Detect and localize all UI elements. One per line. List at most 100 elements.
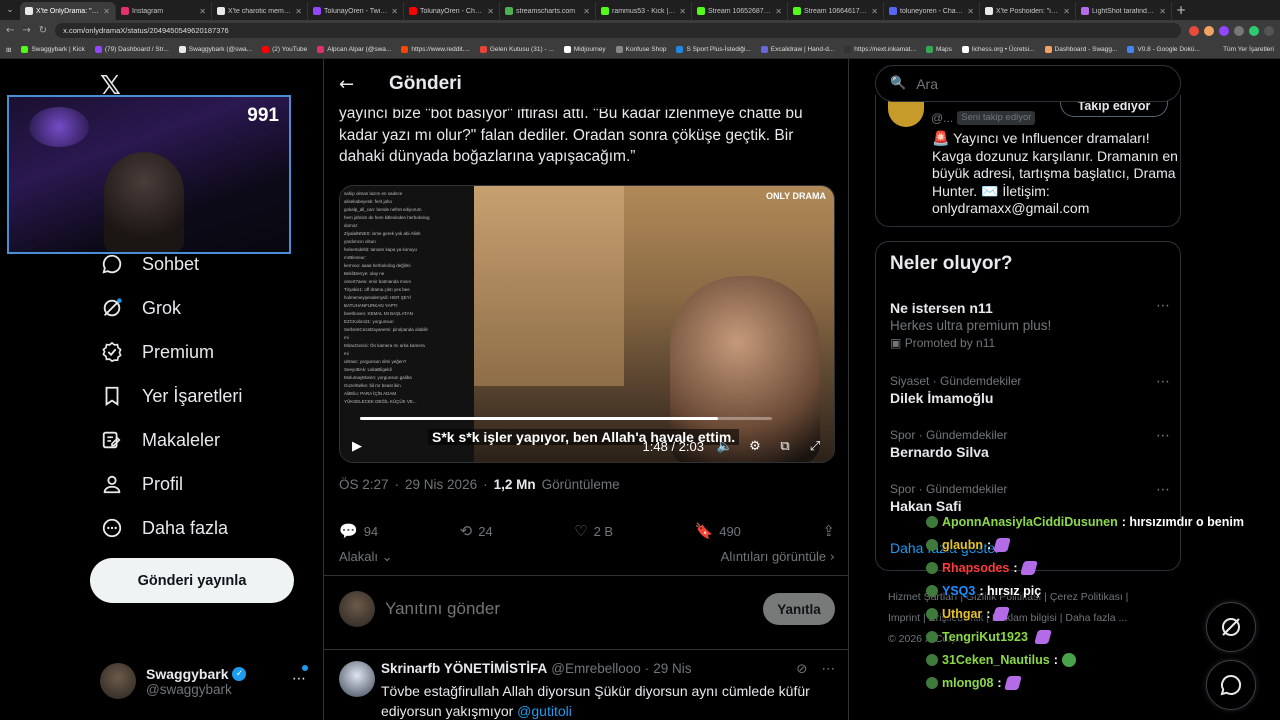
close-tab-icon[interactable]: ✕ <box>871 7 878 16</box>
reply-button[interactable]: Yanıtla <box>763 593 835 625</box>
mention-link[interactable]: @gutitoli <box>517 703 572 719</box>
video-progress-bar[interactable] <box>360 417 772 420</box>
close-tab-icon[interactable]: ✕ <box>967 7 974 16</box>
bookmark-item[interactable]: https://next.inkamat... <box>844 46 916 53</box>
extension-icon[interactable] <box>1189 25 1199 36</box>
bookmark-item[interactable]: Swaggybark | Kick <box>21 46 85 53</box>
post-button[interactable]: Gönderi yayınla <box>90 558 294 603</box>
more-options-icon[interactable]: ⋯ <box>1156 298 1170 314</box>
trend-item[interactable]: Ne istersen n11 Herkes ultra premium plu… <box>890 298 1170 350</box>
tab-search-icon[interactable]: ⌄ <box>0 0 20 20</box>
extension-icon[interactable] <box>1219 25 1229 36</box>
repost-action[interactable]: ⟲ 24 <box>460 522 493 540</box>
browser-tab[interactable]: TolunayOren - Channel✕ <box>404 2 500 20</box>
menu-icon[interactable] <box>1264 25 1274 36</box>
close-tab-icon[interactable]: ✕ <box>1159 7 1166 16</box>
search-field[interactable]: 🔍 Ara <box>875 65 1181 102</box>
apps-icon[interactable]: ⊞ <box>6 46 11 54</box>
nav-item-profile[interactable]: Profil <box>100 472 183 496</box>
reply-author-name[interactable]: Skrinarfb YÖNETİMİSTİFA <box>381 661 547 677</box>
browser-tab[interactable]: X'te charotic memesi "P...✕ <box>212 2 308 20</box>
reply-time[interactable]: 29 Nis <box>653 661 691 677</box>
browser-tab[interactable]: LightShot tarafindan li...✕ <box>1076 2 1172 20</box>
forward-nav-icon[interactable]: → <box>22 25 30 36</box>
browser-tab[interactable]: X'te Poshoiden: "izmir...✕ <box>980 2 1076 20</box>
nav-item-bookmarks[interactable]: Yer İşaretleri <box>100 384 242 408</box>
all-bookmarks[interactable]: Tüm Yer İşaretleri <box>1223 46 1274 53</box>
close-tab-icon[interactable]: ✕ <box>103 7 110 16</box>
browser-tab[interactable]: toluneyoren - Channel ✕ <box>884 2 980 20</box>
browser-tab[interactable]: Stream 106526878 - ul...✕ <box>692 2 788 20</box>
messages-fab-button[interactable] <box>1206 660 1256 710</box>
back-arrow-icon[interactable]: ← <box>339 74 359 95</box>
bookmark-item[interactable]: Excalidraw | Hand-d... <box>760 46 834 53</box>
close-tab-icon[interactable]: ✕ <box>1063 7 1070 16</box>
like-action[interactable]: ♡ 2 B <box>574 522 613 540</box>
nav-item-grok[interactable]: Grok <box>100 296 181 320</box>
reply-action[interactable]: 💬 94 <box>339 522 378 540</box>
close-tab-icon[interactable]: ✕ <box>295 7 302 16</box>
volume-icon[interactable]: 🔈 <box>716 439 734 454</box>
extension-icon[interactable] <box>1234 25 1244 36</box>
browser-tab[interactable]: X'te OnlyDrama: "Tolu...✕ <box>20 2 116 20</box>
browser-tab[interactable]: rammus53 - Kick | Stre...✕ <box>596 2 692 20</box>
sort-dropdown[interactable]: Alakalı ⌄ <box>339 549 393 565</box>
view-quotes-link[interactable]: Alıntıları görüntüle › <box>721 549 835 565</box>
browser-tab[interactable]: Instagram ✕ <box>116 2 212 20</box>
nav-item-premium[interactable]: Premium <box>100 340 214 364</box>
bookmark-item[interactable]: Alpcan Alpar (@swa... <box>317 46 391 53</box>
extension-icon[interactable] <box>1204 25 1214 36</box>
bookmark-item[interactable]: Konfuse Shop <box>615 46 666 53</box>
trend-item[interactable]: Spor · Gündemdekiler Bernardo Silva ⋯ <box>890 428 1170 460</box>
bookmark-action[interactable]: 🔖 490 <box>695 522 741 540</box>
account-switcher[interactable]: Swaggybark ✓ @swaggybark ⋯ <box>100 661 310 701</box>
close-tab-icon[interactable]: ✕ <box>199 7 206 16</box>
more-options-icon[interactable]: ⋯ <box>822 661 836 677</box>
browser-tab[interactable]: streamscharts.com ✕ <box>500 2 596 20</box>
reply-input[interactable] <box>385 599 753 619</box>
new-tab-button[interactable]: + <box>1172 3 1190 17</box>
bookmark-item[interactable]: V0.8 - Google Dokü... <box>1127 46 1200 53</box>
bookmark-item[interactable]: Swaggybark (@swa... <box>178 46 252 53</box>
bookmark-item[interactable]: lichess.org • Ücretsi... <box>961 46 1035 53</box>
trend-item[interactable]: Spor · Gündemdekiler Hakan Safi ⋯ <box>890 482 1170 514</box>
bookmark-item[interactable]: Dashboard - Swagg... <box>1044 46 1117 53</box>
close-tab-icon[interactable]: ✕ <box>679 7 686 16</box>
share-action[interactable]: ⇪ <box>822 522 835 540</box>
profile-icon[interactable] <box>1249 25 1259 36</box>
more-options-icon[interactable]: ⋯ <box>1156 428 1170 444</box>
bookmark-item[interactable]: Gelen Kutusu (31) - ... <box>479 46 554 53</box>
pip-icon[interactable]: ⧉ <box>776 439 794 454</box>
trend-item[interactable]: Siyaset · Gündemdekiler Dilek İmamoğlu ⋯ <box>890 374 1170 406</box>
tweet-time[interactable]: ÖS 2:27 <box>339 477 389 492</box>
close-tab-icon[interactable]: ✕ <box>487 7 494 16</box>
bookmark-item[interactable]: Maps <box>926 46 952 53</box>
close-tab-icon[interactable]: ✕ <box>583 7 590 16</box>
bookmark-item[interactable]: (79) Dashboard / Str... <box>94 46 169 53</box>
settings-icon[interactable]: ⚙ <box>746 439 764 454</box>
url-field[interactable]: x.com/onlydramaX/status/2049450549620187… <box>55 23 1181 38</box>
more-options-icon[interactable]: ⋯ <box>292 671 306 687</box>
grok-icon[interactable]: ⊘ <box>796 661 807 677</box>
reply-author-handle[interactable]: @Emrebellooo <box>551 661 641 677</box>
fullscreen-icon[interactable]: ⤢ <box>806 439 824 454</box>
back-nav-icon[interactable]: ← <box>6 25 14 36</box>
browser-tab[interactable]: Stream 106646173 - bi...✕ <box>788 2 884 20</box>
nav-item-more[interactable]: Daha fazla <box>100 516 228 540</box>
bookmark-item[interactable]: S Sport Plus-İstediği... <box>676 46 751 53</box>
browser-tab[interactable]: TolunayOren - Twitch ✕ <box>308 2 404 20</box>
more-options-icon[interactable]: ⋯ <box>1156 482 1170 498</box>
play-icon[interactable]: ▶ <box>352 439 362 454</box>
close-tab-icon[interactable]: ✕ <box>391 7 398 16</box>
grok-fab-button[interactable] <box>1206 602 1256 652</box>
video-player[interactable]: sahip olman lazım en sadece alisekabeyesk… <box>339 185 835 463</box>
bookmark-item[interactable]: (2) YouTube <box>262 46 307 53</box>
bookmark-item[interactable]: Midjourney <box>563 46 606 53</box>
nav-item-articles[interactable]: Makaleler <box>100 428 220 452</box>
more-options-icon[interactable]: ⋯ <box>1156 374 1170 390</box>
avatar[interactable] <box>339 661 375 697</box>
reload-icon[interactable]: ↻ <box>39 25 47 36</box>
nav-item-chat[interactable]: Sohbet <box>100 252 199 276</box>
tweet-date[interactable]: 29 Nis 2026 <box>405 477 477 492</box>
close-tab-icon[interactable]: ✕ <box>775 7 782 16</box>
